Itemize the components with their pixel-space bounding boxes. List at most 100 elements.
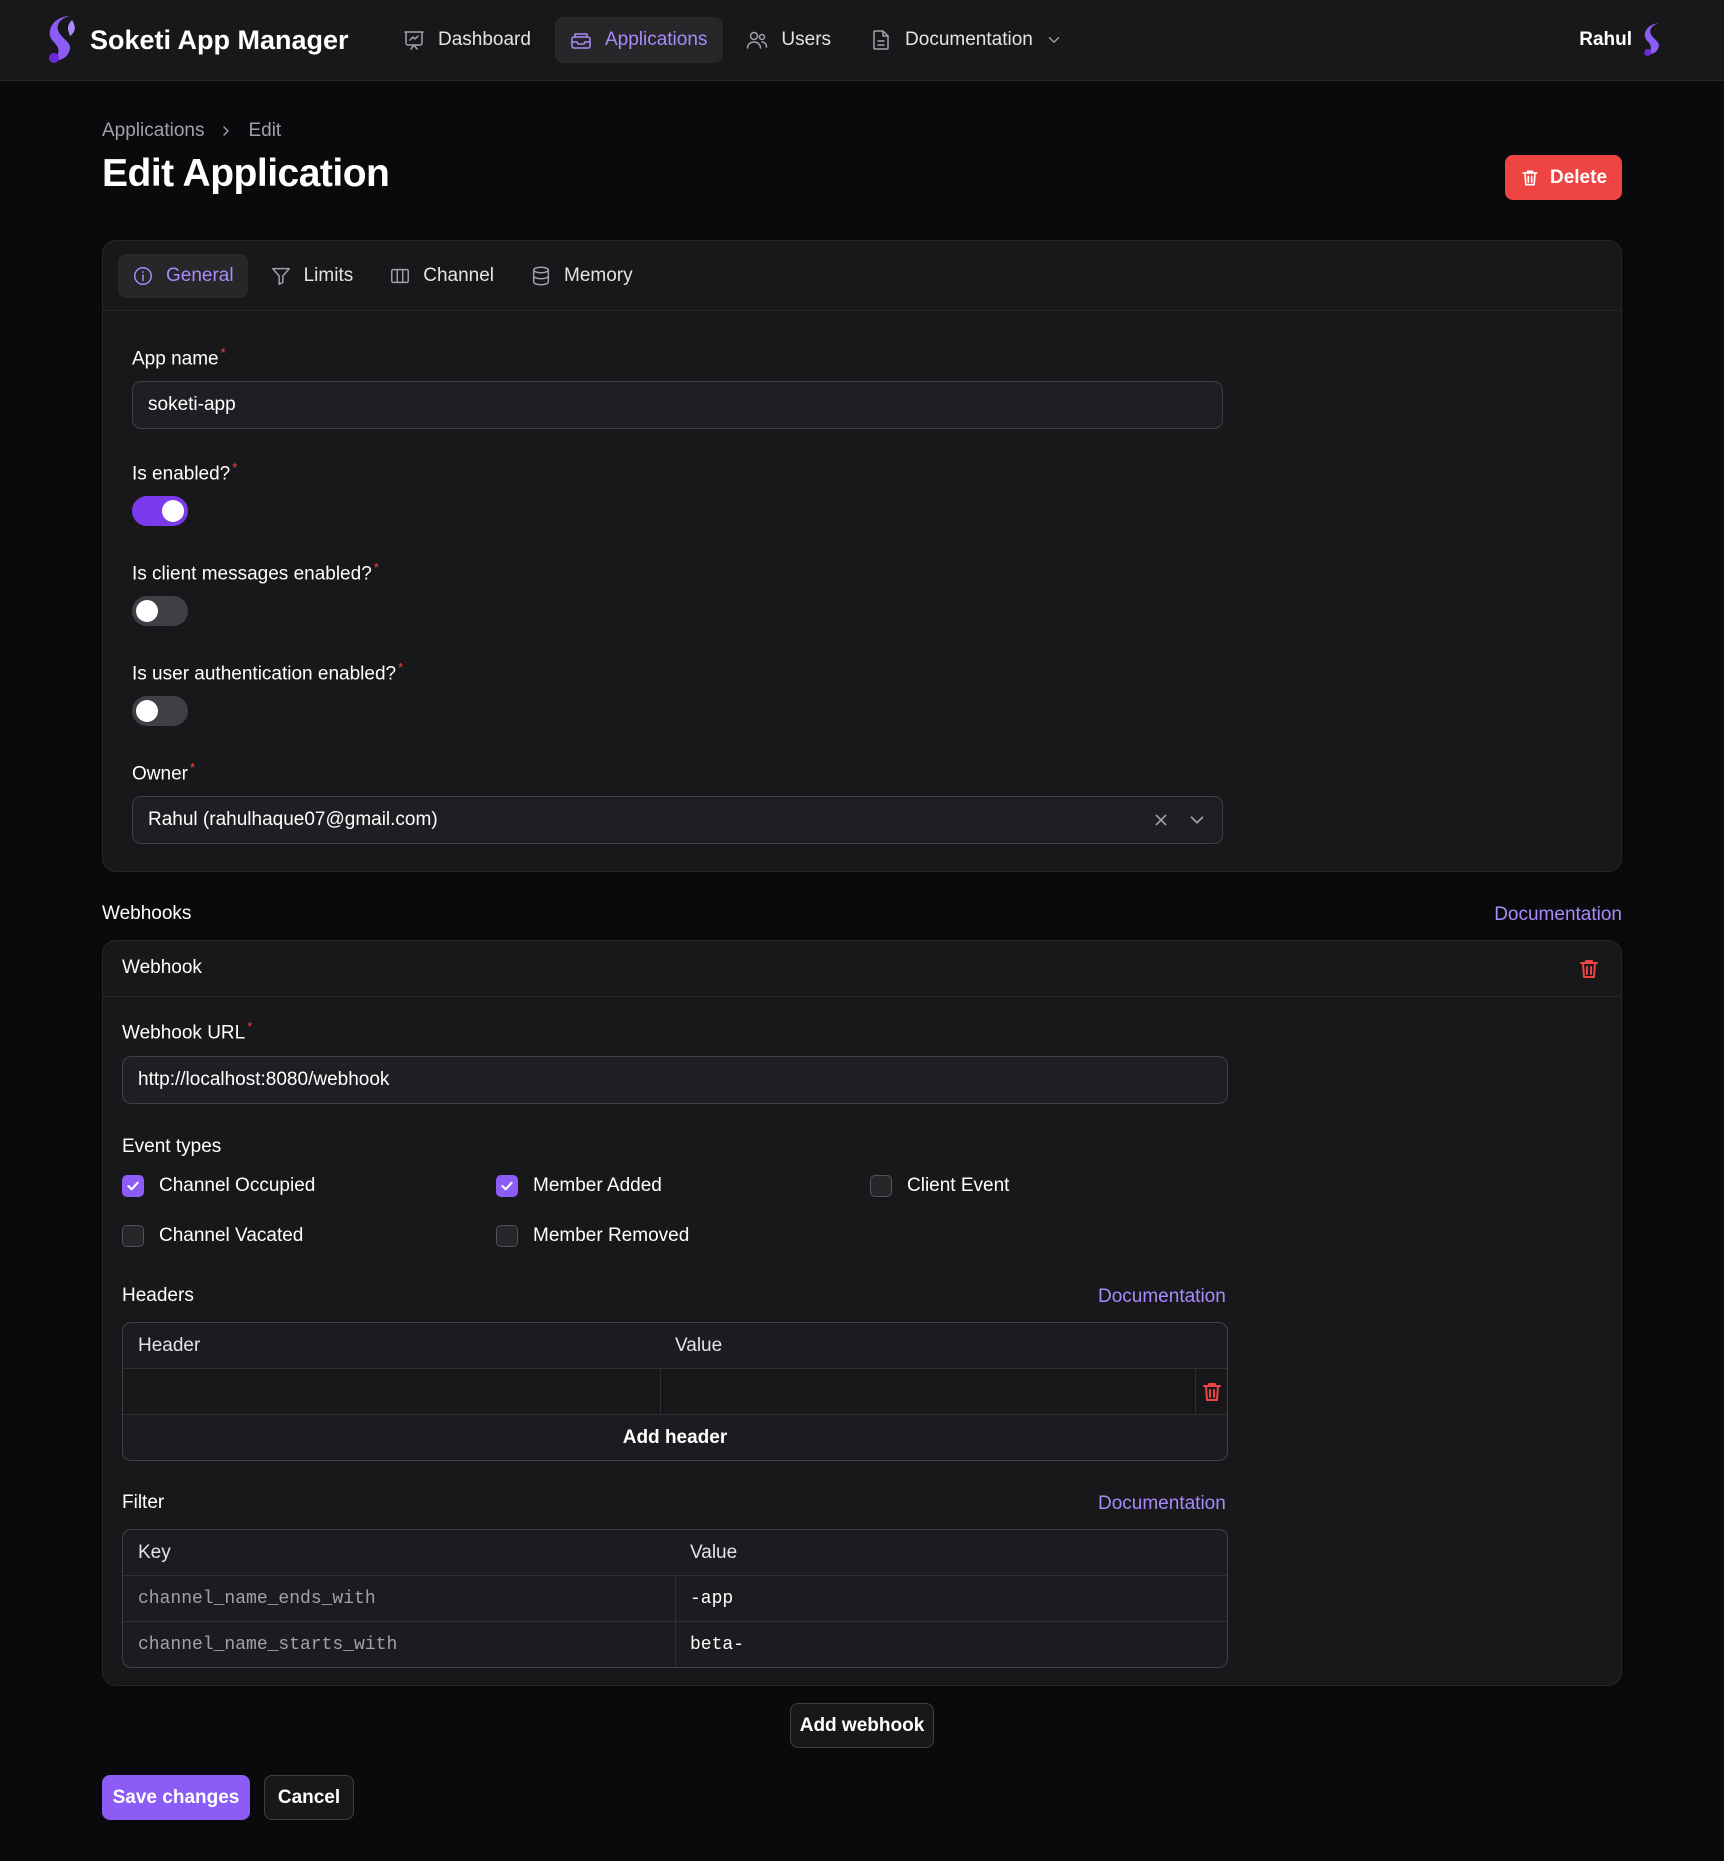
chevron-right-icon — [223, 126, 230, 136]
checkbox[interactable] — [496, 1225, 518, 1247]
checkbox[interactable] — [122, 1175, 144, 1197]
brand[interactable]: Soketi App Manager — [46, 14, 349, 66]
webhook-url-label: Webhook URL * — [122, 1019, 253, 1044]
owner-select[interactable]: Rahul (rahulhaque07@gmail.com) — [132, 796, 1223, 844]
add-webhook-button[interactable]: Add webhook — [790, 1703, 934, 1748]
trash-icon — [1522, 170, 1538, 185]
toggle-knob — [162, 500, 184, 522]
headers-table: Header Value Add header — [122, 1322, 1228, 1461]
cancel-button[interactable]: Cancel — [264, 1775, 354, 1820]
nav-documentation[interactable]: Documentation — [855, 17, 1079, 63]
filter-value-input[interactable]: -app — [675, 1576, 1227, 1622]
table-row: channel_name_ends_with -app — [123, 1576, 1227, 1622]
main-nav: Dashboard Applications Users Documentati… — [388, 17, 1079, 63]
owner-select-value: Rahul (rahulhaque07@gmail.com) — [148, 809, 438, 830]
breadcrumb-applications[interactable]: Applications — [102, 120, 204, 142]
general-settings-card: General Limits Channel Memory App name * … — [102, 240, 1622, 872]
nav-users[interactable]: Users — [731, 17, 847, 63]
header-column: Header — [138, 1335, 201, 1356]
delete-button[interactable]: Delete — [1505, 155, 1622, 200]
nav-dashboard[interactable]: Dashboard — [388, 17, 547, 63]
toggle-knob — [136, 600, 158, 622]
check-icon — [127, 1181, 139, 1191]
is-enabled-label: Is enabled? * — [132, 460, 238, 485]
page-title: Edit Application — [102, 152, 390, 195]
clear-icon[interactable] — [1150, 809, 1172, 831]
checkbox[interactable] — [496, 1175, 518, 1197]
filter-key: channel_name_ends_with — [138, 1589, 376, 1609]
tab-memory-label: Memory — [564, 264, 633, 286]
filter-table: Key Value channel_name_ends_with -app ch… — [122, 1529, 1228, 1668]
database-icon — [532, 266, 550, 285]
key-column: Key — [138, 1542, 171, 1563]
value-column: Value — [690, 1542, 738, 1563]
client-messages-toggle[interactable] — [132, 596, 188, 626]
event-channel-vacated[interactable]: Channel Vacated — [122, 1225, 303, 1247]
event-member-added[interactable]: Member Added — [496, 1175, 662, 1197]
tab-bar: General Limits Channel Memory — [103, 241, 1621, 311]
filter-key: channel_name_starts_with — [138, 1635, 398, 1655]
owner-label-text: Owner — [132, 763, 188, 785]
nav-applications[interactable]: Applications — [554, 17, 724, 63]
webhook-url-input[interactable]: http://localhost:8080/webhook — [122, 1056, 1228, 1104]
value-column: Value — [675, 1335, 723, 1356]
user-menu[interactable]: Rahul — [1579, 20, 1666, 60]
filter-documentation-link[interactable]: Documentation — [1098, 1493, 1226, 1515]
top-navbar: Soketi App Manager Dashboard Application… — [0, 0, 1724, 81]
checkbox[interactable] — [870, 1175, 892, 1197]
event-channel-occupied[interactable]: Channel Occupied — [122, 1175, 315, 1197]
add-header-button[interactable]: Add header — [123, 1415, 1227, 1460]
filter-table-head: Key Value — [123, 1530, 1227, 1576]
event-types-label: Event types — [122, 1136, 222, 1157]
presentation-chart-icon — [404, 31, 424, 50]
event-member-removed[interactable]: Member Removed — [496, 1225, 689, 1247]
table-row: channel_name_starts_with beta- — [123, 1622, 1227, 1667]
trash-icon — [1203, 1383, 1221, 1401]
filter-label: Filter — [122, 1492, 165, 1513]
nav-dashboard-label: Dashboard — [438, 29, 531, 50]
webhook-url-label-text: Webhook URL — [122, 1022, 246, 1044]
view-columns-icon — [391, 268, 410, 283]
delete-button-label: Delete — [1549, 166, 1608, 188]
info-circle-icon — [134, 266, 152, 285]
delete-header-button[interactable] — [1200, 1380, 1224, 1404]
event-client-event[interactable]: Client Event — [870, 1175, 1009, 1197]
header-name-input[interactable] — [123, 1369, 660, 1415]
owner-label: Owner * — [132, 760, 196, 785]
users-icon — [747, 31, 768, 49]
toggle-knob — [136, 700, 158, 722]
chevron-down-icon[interactable] — [1186, 809, 1208, 831]
event-label: Member Added — [533, 1175, 662, 1196]
headers-documentation-link[interactable]: Documentation — [1098, 1286, 1226, 1308]
app-title: Soketi App Manager — [90, 24, 349, 55]
inbox-stack-icon — [571, 33, 591, 49]
event-label: Channel Occupied — [159, 1175, 316, 1196]
app-name-input[interactable]: soketi-app — [132, 381, 1223, 429]
breadcrumb: Applications Edit — [102, 119, 281, 143]
webhook-header: Webhook — [103, 941, 1621, 997]
is-enabled-toggle[interactable] — [132, 496, 188, 526]
tab-general[interactable]: General — [118, 253, 248, 298]
user-auth-toggle[interactable] — [132, 696, 188, 726]
headers-label: Headers — [122, 1285, 194, 1306]
tab-memory[interactable]: Memory — [516, 254, 647, 298]
column-divider — [1195, 1369, 1196, 1414]
table-row — [123, 1369, 1227, 1415]
nav-documentation-label: Documentation — [905, 29, 1033, 50]
tab-channel[interactable]: Channel — [375, 254, 508, 298]
delete-webhook-button[interactable] — [1577, 957, 1601, 981]
header-value-input[interactable] — [661, 1369, 1195, 1415]
client-messages-label: Is client messages enabled? * — [132, 560, 379, 585]
checkbox[interactable] — [122, 1225, 144, 1247]
filter-value-input[interactable]: beta- — [675, 1622, 1227, 1667]
webhooks-documentation-link[interactable]: Documentation — [1494, 904, 1622, 926]
trash-icon — [1580, 960, 1598, 978]
webhooks-title: Webhooks — [102, 903, 192, 924]
save-changes-button[interactable]: Save changes — [102, 1775, 250, 1820]
tab-general-label: General — [166, 264, 234, 286]
event-label: Client Event — [907, 1175, 1010, 1196]
tab-limits[interactable]: Limits — [256, 254, 368, 298]
headers-table-head: Header Value — [123, 1323, 1227, 1369]
soketi-logo-icon — [49, 16, 75, 63]
is-enabled-label-text: Is enabled? — [132, 463, 231, 485]
